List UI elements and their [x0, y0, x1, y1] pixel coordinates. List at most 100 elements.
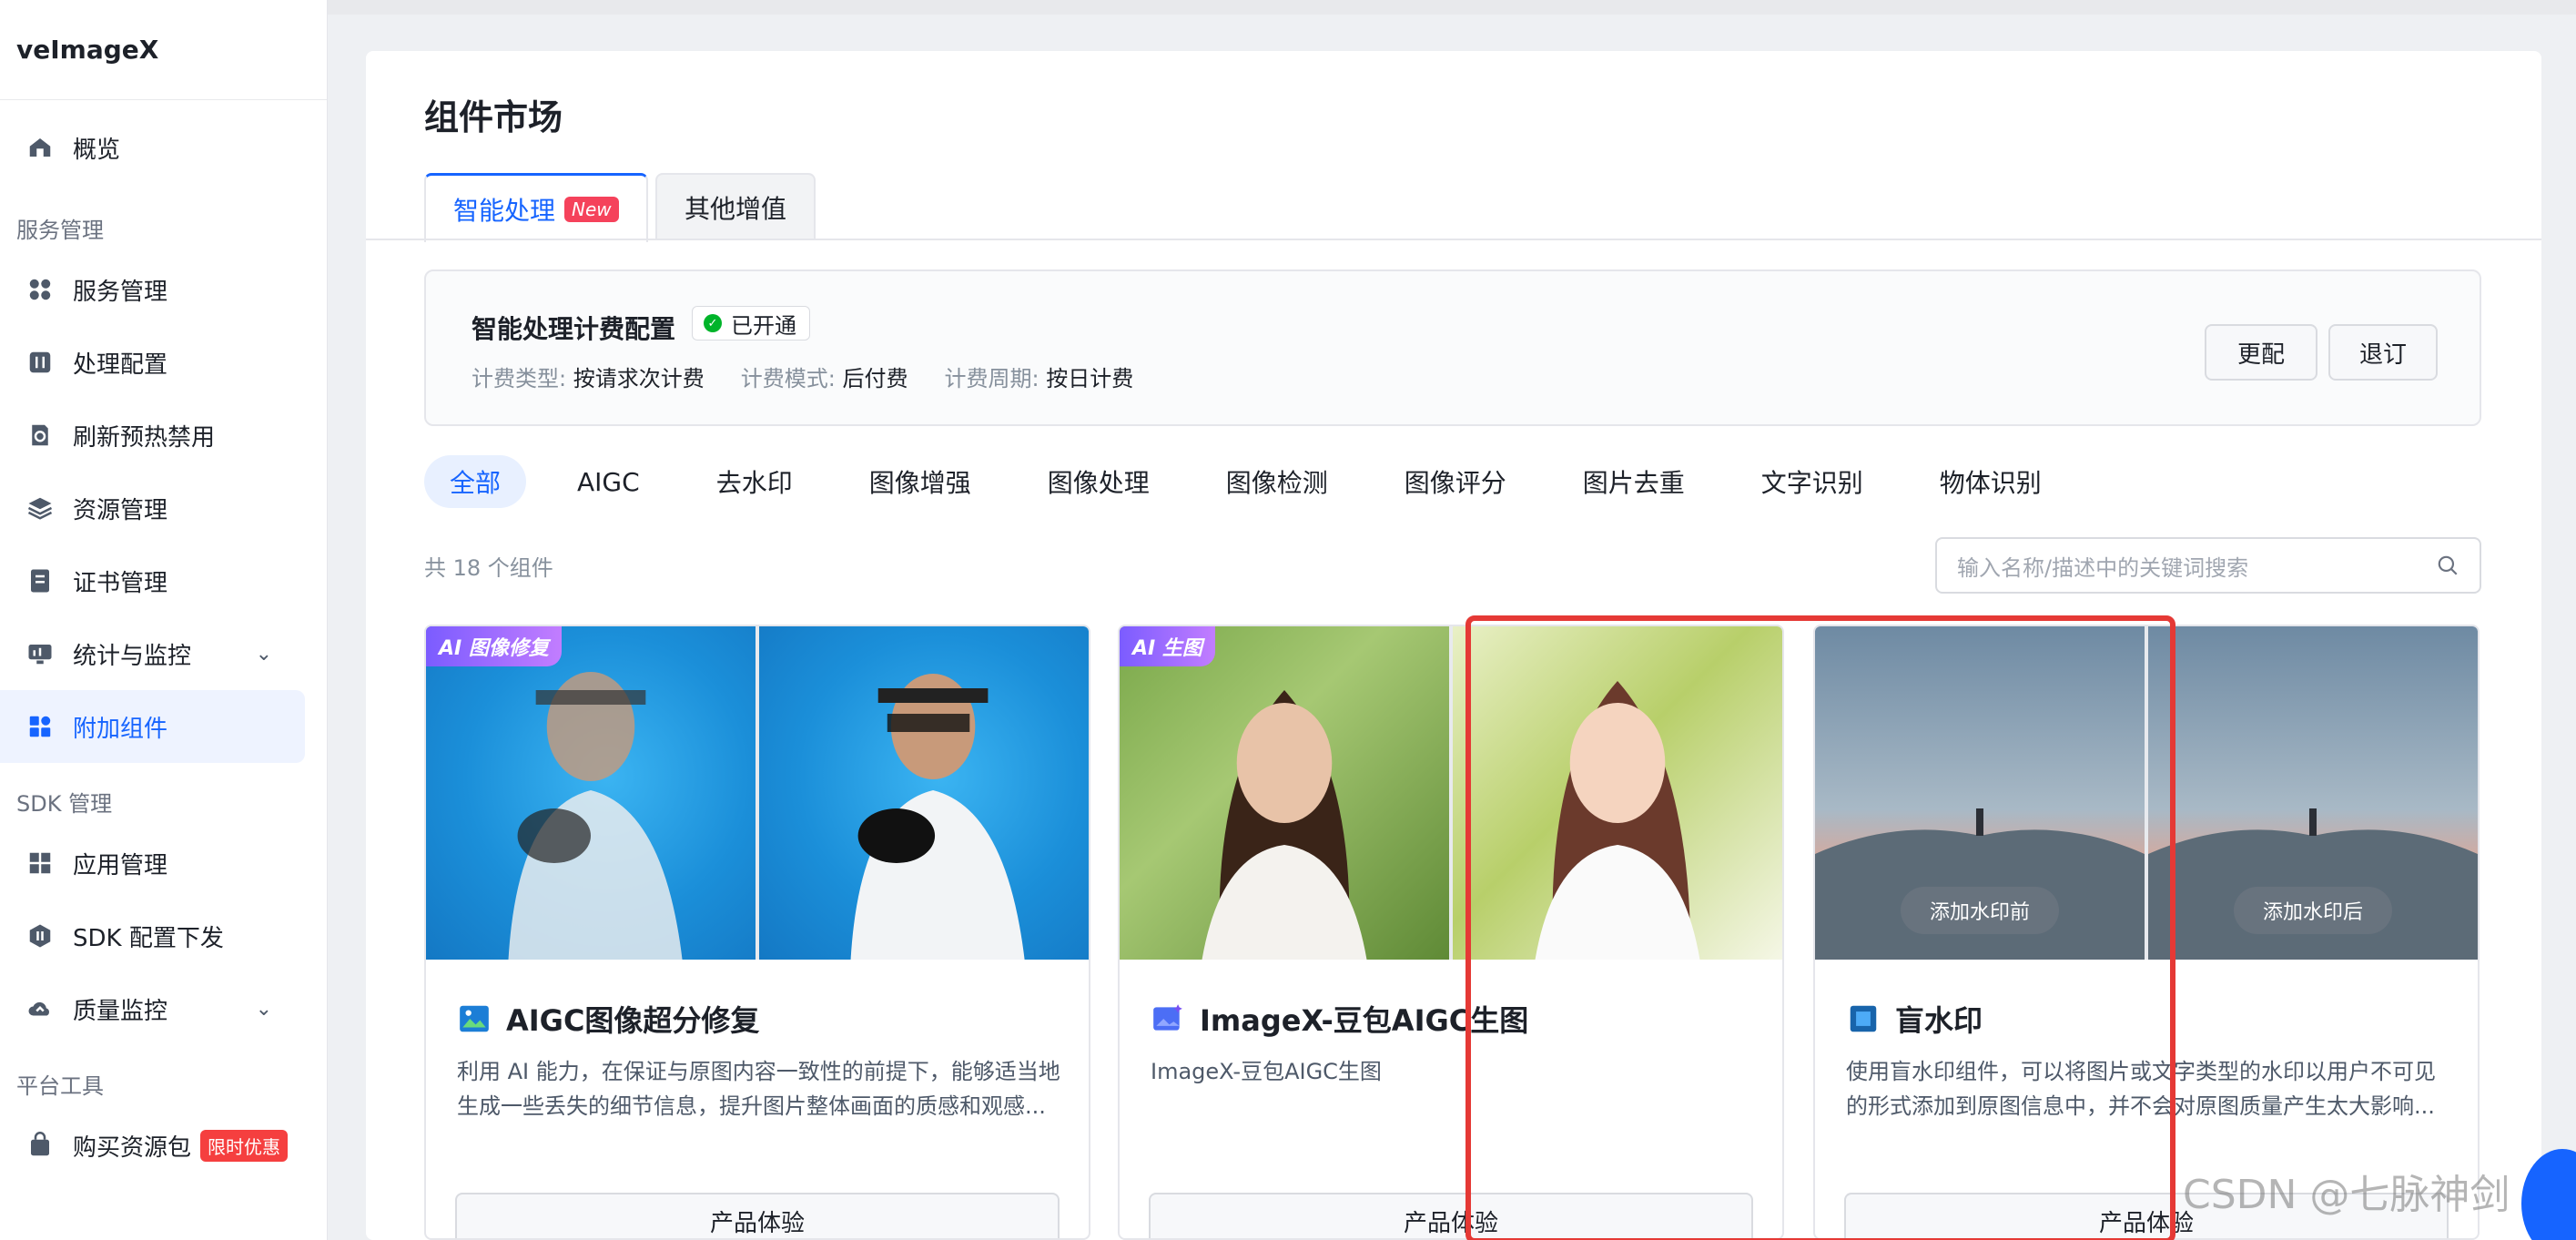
billing-title: 智能处理计费配置 — [472, 314, 676, 344]
card-description: ImageX-豆包AIGC生图 — [1151, 1059, 1382, 1084]
page-watermark: CSDN @七脉神剑 — [2183, 1172, 2510, 1218]
sidebar-item-label: 证书管理 — [73, 569, 168, 597]
search-input[interactable]: 输入名称/描述中的关键词搜索 — [1935, 537, 2481, 594]
sidebar-item-certificate[interactable]: 证书管理 — [0, 544, 305, 617]
sidebar-item-label: 刷新预热禁用 — [73, 423, 216, 452]
sidebar-item-label: 资源管理 — [73, 496, 168, 524]
sidebar: veImageX 概览 服务管理 服务管理 处理配置 刷新预热禁用 资源管理 证… — [0, 0, 328, 1240]
change-config-button[interactable]: 更配 — [2205, 324, 2317, 381]
sidebar-item-apps[interactable]: 应用管理 — [0, 827, 305, 900]
meta-value: 按请求次计费 — [573, 366, 705, 391]
status-text: 已开通 — [731, 312, 796, 339]
sidebar-item-quality[interactable]: 质量监控 ⌄ — [0, 972, 305, 1045]
sidebar-item-label: 处理配置 — [73, 351, 168, 379]
tab-smart-processing[interactable]: 智能处理 New — [424, 173, 648, 242]
check-circle-icon: ✓ — [704, 314, 722, 332]
unsubscribe-button[interactable]: 退订 — [2328, 324, 2438, 381]
before-watermark-label: 添加水印前 — [1900, 887, 2060, 934]
card-tag: AI 生图 — [1120, 626, 1215, 666]
sidebar-item-label: 购买资源包 — [73, 1133, 192, 1162]
billing-config-box: 智能处理计费配置 ✓ 已开通 计费类型: 按请求次计费 计费模式: 后付费 计费… — [424, 269, 2481, 426]
meta-value: 后付费 — [842, 366, 908, 391]
home-icon — [25, 133, 55, 162]
billing-type: 计费类型: 按请求次计费 — [472, 361, 705, 392]
sliders-icon — [25, 348, 55, 377]
after-image: 添加水印后 — [2148, 626, 2478, 960]
component-card[interactable]: AI 图像修复 AIGC图像超分修复 利用 AI 能力，在保证与原图内容一致性的… — [424, 625, 1090, 1240]
tabs-divider — [366, 239, 2541, 240]
filter-image-enhance[interactable]: 图像增强 — [844, 455, 997, 508]
sidebar-item-processing-config[interactable]: 处理配置 — [0, 326, 305, 399]
after-watermark-label: 添加水印后 — [2233, 887, 2393, 934]
top-strip — [328, 0, 2576, 15]
sidebar-item-label: 服务管理 — [73, 278, 168, 306]
search-icon[interactable] — [2436, 554, 2459, 577]
grid-icon — [25, 275, 55, 304]
new-badge: New — [564, 196, 619, 222]
tab-other-addons[interactable]: 其他增值 — [655, 173, 816, 240]
filter-image-processing[interactable]: 图像处理 — [1022, 455, 1175, 508]
monitor-icon — [25, 639, 55, 668]
category-filters: 全部 AIGC 去水印 图像增强 图像处理 图像检测 图像评分 图片去重 文字识… — [424, 455, 2093, 508]
filter-image-detection[interactable]: 图像检测 — [1201, 455, 1354, 508]
sidebar-item-buy-package[interactable]: 购买资源包 限时优惠 — [0, 1109, 305, 1182]
sidebar-item-sdk-config[interactable]: SDK 配置下发 — [0, 900, 305, 972]
blind-watermark-icon — [1850, 1005, 1877, 1032]
filter-ocr[interactable]: 文字识别 — [1736, 455, 1889, 508]
sidebar-item-label: 附加组件 — [73, 715, 168, 743]
sdk-icon — [25, 921, 55, 950]
card-image — [426, 626, 1089, 960]
after-image — [759, 626, 1089, 960]
billing-period: 计费周期: 按日计费 — [944, 361, 1133, 392]
sidebar-item-label: SDK 配置下发 — [73, 924, 224, 952]
layers-icon — [25, 493, 55, 523]
status-badge: ✓ 已开通 — [692, 306, 810, 340]
filter-image-scoring[interactable]: 图像评分 — [1379, 455, 1532, 508]
card-title-text: AIGC图像超分修复 — [506, 1003, 760, 1038]
main-panel: 组件市场 智能处理 New 其他增值 智能处理计费配置 ✓ 已开通 计费类型: … — [366, 51, 2541, 1240]
sidebar-item-refresh[interactable]: 刷新预热禁用 — [0, 399, 305, 472]
card-description: 利用 AI 能力，在保证与原图内容一致性的前提下，能够适当地生成一些丢失的细节信… — [457, 1059, 1060, 1119]
card-title: ImageX-豆包AIGC生图 — [1151, 998, 1528, 1040]
card-title-text: 盲水印 — [1895, 1003, 1983, 1038]
sidebar-section-sdk: SDK 管理 — [16, 790, 113, 817]
filter-aigc[interactable]: AIGC — [552, 455, 665, 508]
filter-dedup[interactable]: 图片去重 — [1557, 455, 1710, 508]
component-card[interactable]: AI 生图 ImageX-豆包AIGC生图 ImageX-豆包AIGC生图 产品… — [1118, 625, 1784, 1240]
card-title-text: ImageX-豆包AIGC生图 — [1200, 1003, 1529, 1038]
card-title: AIGC图像超分修复 — [457, 998, 759, 1040]
billing-mode: 计费模式: 后付费 — [741, 361, 908, 392]
filter-watermark-removal[interactable]: 去水印 — [691, 455, 818, 508]
after-image — [1453, 626, 1782, 960]
filter-object-recognition[interactable]: 物体识别 — [1914, 455, 2067, 508]
sidebar-item-service-management[interactable]: 服务管理 — [0, 253, 305, 326]
tab-label: 其他增值 — [685, 194, 787, 224]
sidebar-item-statistics[interactable]: 统计与监控 ⌄ — [0, 617, 305, 690]
card-title: 盲水印 — [1846, 998, 1983, 1040]
sidebar-item-overview[interactable]: 概览 — [0, 111, 305, 184]
try-product-button[interactable]: 产品体验 — [455, 1193, 1060, 1238]
image-repair-icon — [460, 1005, 489, 1032]
components-icon — [25, 712, 55, 741]
card-image: 添加水印前 添加水印后 — [1815, 626, 2478, 960]
chevron-down-icon[interactable]: ⌄ — [256, 998, 272, 1021]
tab-label: 智能处理 — [453, 195, 556, 226]
try-product-button[interactable]: 产品体验 — [1149, 1193, 1753, 1238]
filter-all[interactable]: 全部 — [424, 455, 527, 508]
meta-key: 计费类型: — [472, 366, 567, 391]
card-description: 使用盲水印组件，可以将图片或文字类型的水印以用户不可见的形式添加到原图信息中，并… — [1846, 1059, 2436, 1119]
chevron-down-icon[interactable]: ⌄ — [256, 643, 272, 666]
page-title: 组件市场 — [424, 97, 563, 137]
component-card[interactable]: 添加水印前 添加水印后 盲水印 使用盲水印组件，可以将图片或文字类型的水印以用户… — [1813, 625, 2480, 1240]
certificate-icon — [25, 566, 55, 595]
bag-icon — [25, 1131, 55, 1160]
refresh-icon — [25, 421, 55, 450]
sidebar-section-service: 服务管理 — [16, 217, 104, 243]
sidebar-item-addons[interactable]: 附加组件 — [0, 690, 305, 763]
sidebar-item-resource[interactable]: 资源管理 — [0, 472, 305, 544]
meta-value: 按日计费 — [1046, 366, 1134, 391]
sidebar-item-label: 应用管理 — [73, 851, 168, 879]
sidebar-item-label: 质量监控 — [73, 997, 168, 1025]
billing-meta: 计费类型: 按请求次计费 计费模式: 后付费 计费周期: 按日计费 — [472, 361, 1133, 392]
meta-key: 计费周期: — [944, 366, 1040, 391]
